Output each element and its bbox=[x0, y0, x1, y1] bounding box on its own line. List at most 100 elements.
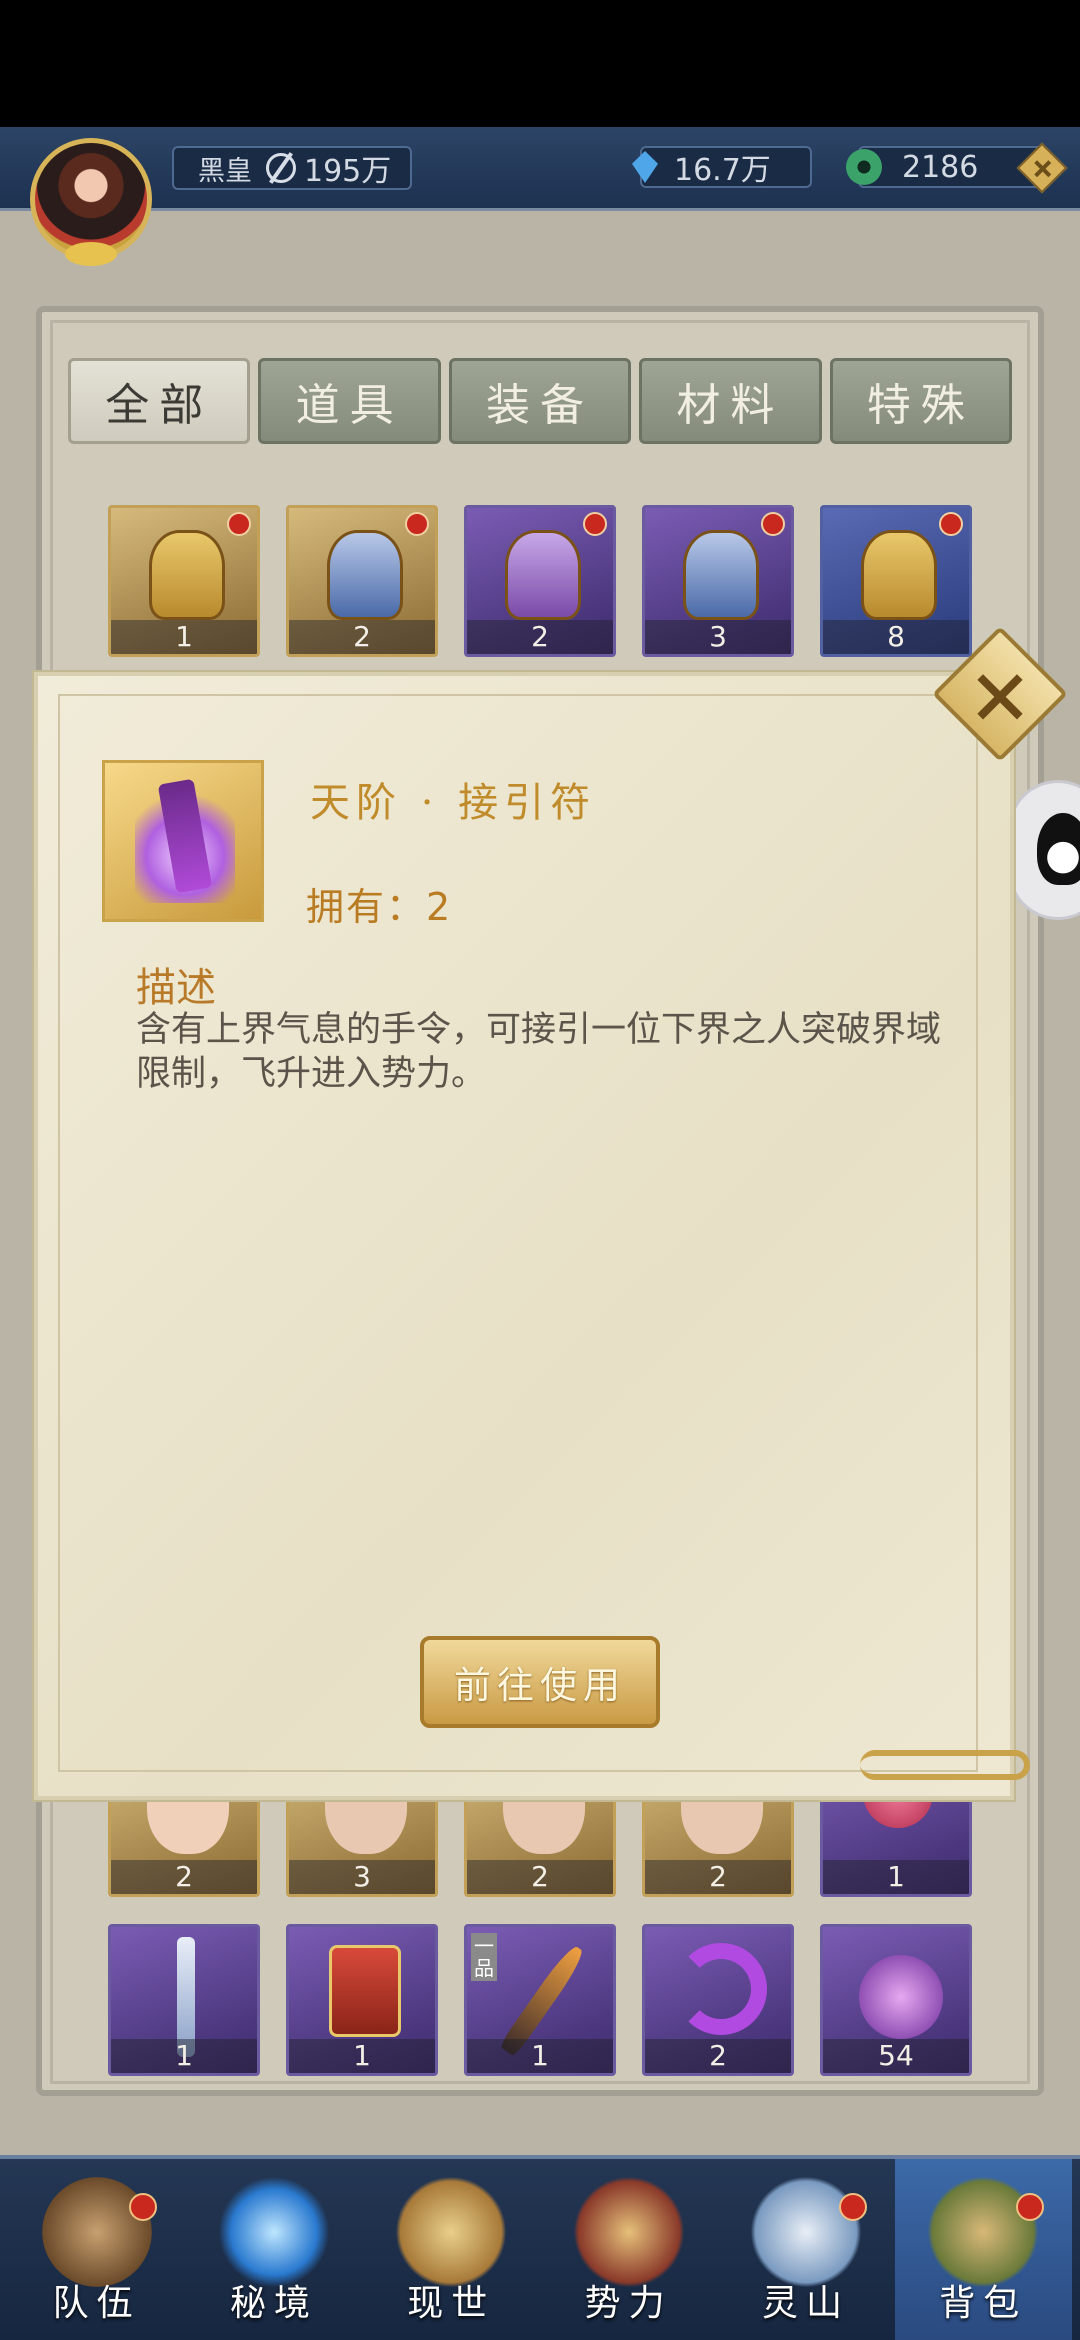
new-badge bbox=[583, 512, 607, 536]
new-badge bbox=[227, 512, 251, 536]
go-use-button[interactable]: 前往使用 bbox=[420, 1636, 660, 1728]
nav-spirit-mountain[interactable]: 灵山 bbox=[717, 2159, 894, 2340]
notification-dot bbox=[1015, 2193, 1044, 2221]
jade-amount: 2186 bbox=[902, 149, 979, 185]
player-name: 黑皇 bbox=[198, 155, 252, 187]
nav-label: 势力 bbox=[584, 2283, 673, 2324]
nav-label: 灵山 bbox=[761, 2283, 850, 2324]
pouch-icon bbox=[505, 530, 581, 620]
new-badge bbox=[939, 512, 963, 536]
bottom-nav: 队伍 秘境 现世 势力 灵山 背包 bbox=[0, 2155, 1080, 2340]
nav-present-world[interactable]: 现世 bbox=[363, 2159, 540, 2340]
owned-count: 拥有：2 bbox=[306, 885, 453, 929]
power-value: 195万 bbox=[304, 154, 392, 189]
nav-label: 现世 bbox=[407, 2283, 496, 2324]
item-row: 1 2 2 3 8 bbox=[108, 505, 972, 657]
item-slot[interactable]: 2 bbox=[642, 1924, 794, 2076]
pouch-icon bbox=[149, 530, 225, 620]
description-heading: 描述 bbox=[136, 965, 216, 1011]
pouch-icon bbox=[327, 530, 403, 620]
token-icon bbox=[329, 1945, 401, 2037]
portrait-icon bbox=[503, 1797, 585, 1854]
notification-dot bbox=[129, 2193, 158, 2221]
item-slot[interactable]: 1 bbox=[108, 1924, 260, 2076]
portal-icon bbox=[218, 2177, 329, 2287]
mountain-icon bbox=[750, 2177, 861, 2287]
item-slot[interactable]: 2 bbox=[642, 1797, 794, 1897]
item-count: 3 bbox=[289, 1860, 435, 1894]
portrait-icon bbox=[325, 1797, 407, 1854]
jade-currency[interactable]: 2186 bbox=[846, 142, 1068, 194]
nav-label: 背包 bbox=[939, 2283, 1028, 2324]
grade-tag: 一品 bbox=[471, 1933, 497, 1981]
description-text: 含有上界气息的手令，可接引一位下界之人突破界域限制，飞升进入势力。 bbox=[136, 1010, 942, 1094]
team-icon bbox=[41, 2177, 152, 2287]
item-count: 1 bbox=[111, 2039, 257, 2073]
item-slot[interactable]: 1 bbox=[820, 1797, 972, 1897]
crystal-amount: 16.7万 bbox=[674, 153, 771, 188]
tab-special[interactable]: 特殊 bbox=[829, 358, 1013, 444]
avatar-frame-ornament bbox=[65, 242, 117, 266]
qq-float-button[interactable] bbox=[1008, 780, 1080, 920]
item-count: 3 bbox=[645, 620, 791, 654]
item-slot[interactable]: 1 bbox=[286, 1924, 438, 2076]
bag-icon bbox=[928, 2177, 1039, 2287]
item-count: 54 bbox=[823, 2039, 969, 2073]
item-count: 2 bbox=[645, 1860, 791, 1894]
item-row: 1 1 一品 1 2 54 bbox=[108, 1924, 972, 2076]
palace-icon bbox=[573, 2177, 684, 2287]
item-count: 1 bbox=[467, 2039, 613, 2073]
tab-props[interactable]: 道具 bbox=[258, 358, 441, 444]
item-slot[interactable]: 一品 1 bbox=[464, 1924, 616, 2076]
item-slot[interactable]: 3 bbox=[286, 1797, 438, 1897]
crystal-currency[interactable]: 16.7万 bbox=[632, 146, 812, 188]
tab-materials[interactable]: 材料 bbox=[639, 358, 822, 444]
nav-faction[interactable]: 势力 bbox=[540, 2159, 717, 2340]
new-badge bbox=[405, 512, 429, 536]
item-count: 2 bbox=[111, 1860, 257, 1894]
nav-label: 队伍 bbox=[52, 2283, 141, 2324]
item-slot[interactable]: 8 bbox=[820, 505, 972, 657]
item-count: 1 bbox=[823, 1860, 969, 1894]
item-row: 2 3 2 2 1 bbox=[108, 1797, 972, 1897]
bag-tabs: 全部 道具 装备 材料 特殊 bbox=[68, 358, 1013, 446]
nav-secret-realm[interactable]: 秘境 bbox=[185, 2159, 362, 2340]
item-count: 2 bbox=[467, 1860, 613, 1894]
pouch-icon bbox=[861, 530, 937, 620]
new-badge bbox=[761, 512, 785, 536]
item-slot[interactable]: 2 bbox=[108, 1797, 260, 1897]
item-count: 1 bbox=[289, 2039, 435, 2073]
item-slot[interactable]: 2 bbox=[464, 505, 616, 657]
item-count: 1 bbox=[111, 620, 257, 654]
player-info[interactable]: 黑皇 195万 bbox=[172, 146, 412, 190]
cloud-ornament bbox=[860, 1750, 1030, 1780]
tab-all[interactable]: 全部 bbox=[68, 358, 251, 444]
orb-icon bbox=[859, 1955, 943, 2039]
item-count: 8 bbox=[823, 620, 969, 654]
nav-team[interactable]: 队伍 bbox=[8, 2159, 185, 2340]
status-bar bbox=[0, 0, 1080, 127]
jade-icon bbox=[846, 149, 882, 185]
item-slot[interactable]: 54 bbox=[820, 1924, 972, 2076]
notification-dot bbox=[838, 2193, 867, 2221]
item-name: 天阶 · 接引符 bbox=[310, 780, 597, 826]
penguin-icon bbox=[1037, 813, 1080, 885]
pouch-icon bbox=[683, 530, 759, 620]
item-count: 2 bbox=[645, 2039, 791, 2073]
item-slot[interactable]: 1 bbox=[108, 505, 260, 657]
item-count: 2 bbox=[467, 620, 613, 654]
power-icon bbox=[266, 153, 296, 183]
item-thumbnail bbox=[102, 760, 264, 922]
crescent-icon bbox=[675, 1943, 767, 2035]
item-slot[interactable]: 3 bbox=[642, 505, 794, 657]
item-slot[interactable]: 2 bbox=[286, 505, 438, 657]
flower-icon bbox=[863, 1797, 933, 1828]
tab-equipment[interactable]: 装备 bbox=[448, 358, 632, 444]
nav-bag[interactable]: 背包 bbox=[894, 2159, 1072, 2340]
nav-label: 秘境 bbox=[229, 2283, 318, 2324]
item-slot[interactable]: 2 bbox=[464, 1797, 616, 1897]
portrait-icon bbox=[147, 1797, 229, 1854]
portrait-icon bbox=[681, 1797, 763, 1854]
item-count: 2 bbox=[289, 620, 435, 654]
scroll-icon bbox=[396, 2177, 507, 2287]
